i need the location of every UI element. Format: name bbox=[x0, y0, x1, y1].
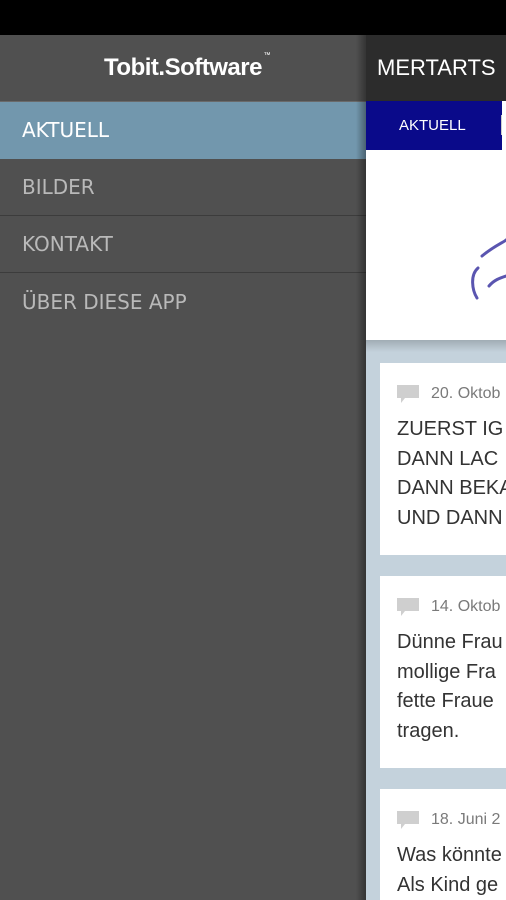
tab-bar: AKTUELL bbox=[366, 101, 506, 150]
card-date: 20. Oktob bbox=[431, 385, 501, 402]
status-bar bbox=[0, 0, 506, 35]
trademark-symbol: ™ bbox=[263, 52, 270, 59]
tobit-software-logo: Tobit.Software ™ bbox=[104, 52, 270, 82]
card-date: 18. Juni 2 bbox=[431, 811, 501, 828]
news-card[interactable]: 14. Oktob Dünne Frau mollige Fra fette F… bbox=[380, 576, 506, 768]
comment-icon bbox=[397, 811, 419, 829]
drawer-item-label: BILDER bbox=[22, 175, 95, 199]
tab-scroll-indicator bbox=[502, 101, 506, 150]
card-meta: 20. Oktob bbox=[397, 379, 506, 409]
news-card[interactable]: 18. Juni 2 Was könnte Als Kind ge bbox=[380, 789, 506, 900]
comment-icon bbox=[397, 385, 419, 403]
app-title: MERTARTS bbox=[377, 55, 496, 80]
main-content: MERTARTS AKTUELL 20. Oktob ZUERST IG DAN… bbox=[366, 35, 506, 900]
drawer-item-ueber-diese-app[interactable]: ÜBER DIESE APP bbox=[0, 273, 366, 330]
card-meta: 18. Juni 2 bbox=[397, 805, 506, 835]
signature-logo-image bbox=[471, 238, 506, 300]
card-text: Dünne Frau mollige Fra fette Fraue trage… bbox=[397, 631, 503, 742]
drawer-item-label: AKTUELL bbox=[22, 118, 110, 142]
action-bar: MERTARTS bbox=[366, 35, 506, 101]
card-text: Was könnte Als Kind ge bbox=[397, 844, 502, 896]
card-date: 14. Oktob bbox=[431, 598, 501, 615]
card-text: ZUERST IG DANN LAC DANN BEKA UND DANN bbox=[397, 418, 506, 529]
header-image bbox=[366, 150, 506, 340]
card-meta: 14. Oktob bbox=[397, 592, 506, 622]
drawer-item-label: KONTAKT bbox=[22, 232, 113, 256]
drawer-item-label: ÜBER DIESE APP bbox=[22, 289, 187, 314]
drawer-item-aktuell[interactable]: AKTUELL bbox=[0, 102, 366, 159]
drawer-header: Tobit.Software ™ bbox=[0, 35, 366, 102]
drawer-item-kontakt[interactable]: KONTAKT bbox=[0, 216, 366, 273]
news-card[interactable]: 20. Oktob ZUERST IG DANN LAC DANN BEKA U… bbox=[380, 363, 506, 555]
header-shadow bbox=[366, 340, 506, 352]
tab-aktuell[interactable]: AKTUELL bbox=[366, 117, 466, 134]
logo-text: Tobit.Software bbox=[104, 54, 262, 81]
comment-icon bbox=[397, 598, 419, 616]
drawer-shadow bbox=[356, 35, 366, 900]
navigation-drawer: Tobit.Software ™ AKTUELL BILDER KONTAKT Ü… bbox=[0, 35, 366, 900]
drawer-item-bilder[interactable]: BILDER bbox=[0, 159, 366, 216]
